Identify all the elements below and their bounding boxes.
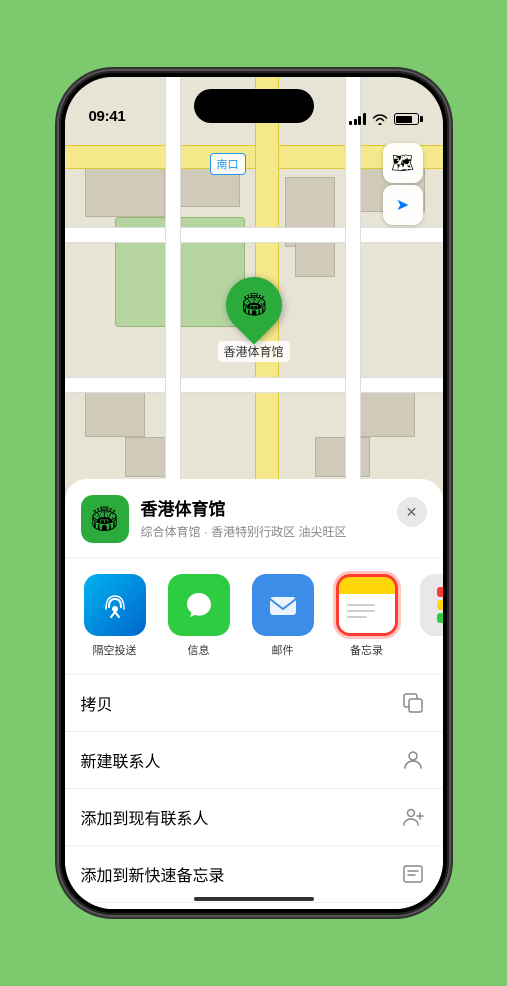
mail-icon bbox=[252, 574, 314, 636]
copy-label: 拷贝 bbox=[81, 691, 113, 715]
new-contact-label: 新建联系人 bbox=[81, 748, 161, 772]
map-label: 南口 bbox=[210, 153, 246, 175]
share-action-messages[interactable]: 信息 bbox=[165, 574, 233, 658]
share-action-mail[interactable]: 邮件 bbox=[249, 574, 317, 658]
bottom-sheet: 🏟 香港体育馆 综合体育馆 · 香港特别行政区 油尖旺区 ✕ bbox=[65, 479, 443, 909]
quick-note-icon bbox=[399, 860, 427, 888]
airdrop-label: 隔空投送 bbox=[93, 642, 137, 658]
messages-label: 信息 bbox=[188, 642, 210, 658]
signal-icon bbox=[349, 113, 366, 125]
place-name: 香港体育馆 bbox=[141, 495, 397, 520]
person-add-icon bbox=[399, 803, 427, 831]
notes-label: 备忘录 bbox=[350, 642, 383, 658]
messages-icon bbox=[168, 574, 230, 636]
location-icon: ➤ bbox=[396, 195, 409, 215]
menu-item-quick-note[interactable]: 添加到新快速备忘录 bbox=[65, 846, 443, 903]
add-contact-label: 添加到现有联系人 bbox=[81, 805, 209, 829]
wifi-icon bbox=[372, 113, 388, 125]
menu-item-add-contact[interactable]: 添加到现有联系人 bbox=[65, 789, 443, 846]
share-actions-row: 隔空投送 信息 bbox=[65, 558, 443, 675]
place-subtitle: 综合体育馆 · 香港特别行政区 油尖旺区 bbox=[141, 523, 397, 540]
menu-item-print[interactable]: 打印 bbox=[65, 903, 443, 909]
map-type-icon: 🗺 bbox=[391, 153, 414, 174]
more-icon bbox=[420, 574, 443, 636]
map-area[interactable]: 南口 🏟 香港体育馆 🗺 ➤ bbox=[65, 77, 443, 537]
notes-icon bbox=[336, 574, 398, 636]
share-action-airdrop[interactable]: 隔空投送 bbox=[81, 574, 149, 658]
place-info: 香港体育馆 综合体育馆 · 香港特别行政区 油尖旺区 bbox=[141, 495, 397, 540]
menu-item-copy[interactable]: 拷贝 bbox=[65, 675, 443, 732]
map-type-button[interactable]: 🗺 bbox=[383, 143, 423, 183]
share-action-more[interactable]: 推 bbox=[417, 574, 443, 658]
phone-frame: 09:41 bbox=[59, 71, 449, 915]
dynamic-island bbox=[194, 89, 314, 123]
place-header: 🏟 香港体育馆 综合体育馆 · 香港特别行政区 油尖旺区 ✕ bbox=[65, 495, 443, 558]
copy-icon bbox=[399, 689, 427, 717]
quick-note-label: 添加到新快速备忘录 bbox=[81, 862, 225, 886]
menu-item-new-contact[interactable]: 新建联系人 bbox=[65, 732, 443, 789]
location-button[interactable]: ➤ bbox=[383, 185, 423, 225]
home-indicator bbox=[194, 897, 314, 901]
share-action-notes[interactable]: 备忘录 bbox=[333, 574, 401, 658]
airdrop-icon bbox=[84, 574, 146, 636]
status-icons bbox=[349, 113, 419, 125]
map-controls: 🗺 ➤ bbox=[383, 143, 423, 225]
status-time: 09:41 bbox=[89, 108, 126, 125]
phone-screen: 09:41 bbox=[65, 77, 443, 909]
stadium-marker: 🏟 香港体育馆 bbox=[217, 277, 289, 362]
battery-icon bbox=[394, 113, 419, 125]
close-button[interactable]: ✕ bbox=[397, 497, 427, 527]
place-icon: 🏟 bbox=[81, 495, 129, 543]
mail-label: 邮件 bbox=[272, 642, 294, 658]
person-icon bbox=[399, 746, 427, 774]
menu-list: 拷贝 新建联系人 bbox=[65, 675, 443, 909]
marker-pin: 🏟 bbox=[214, 265, 293, 344]
